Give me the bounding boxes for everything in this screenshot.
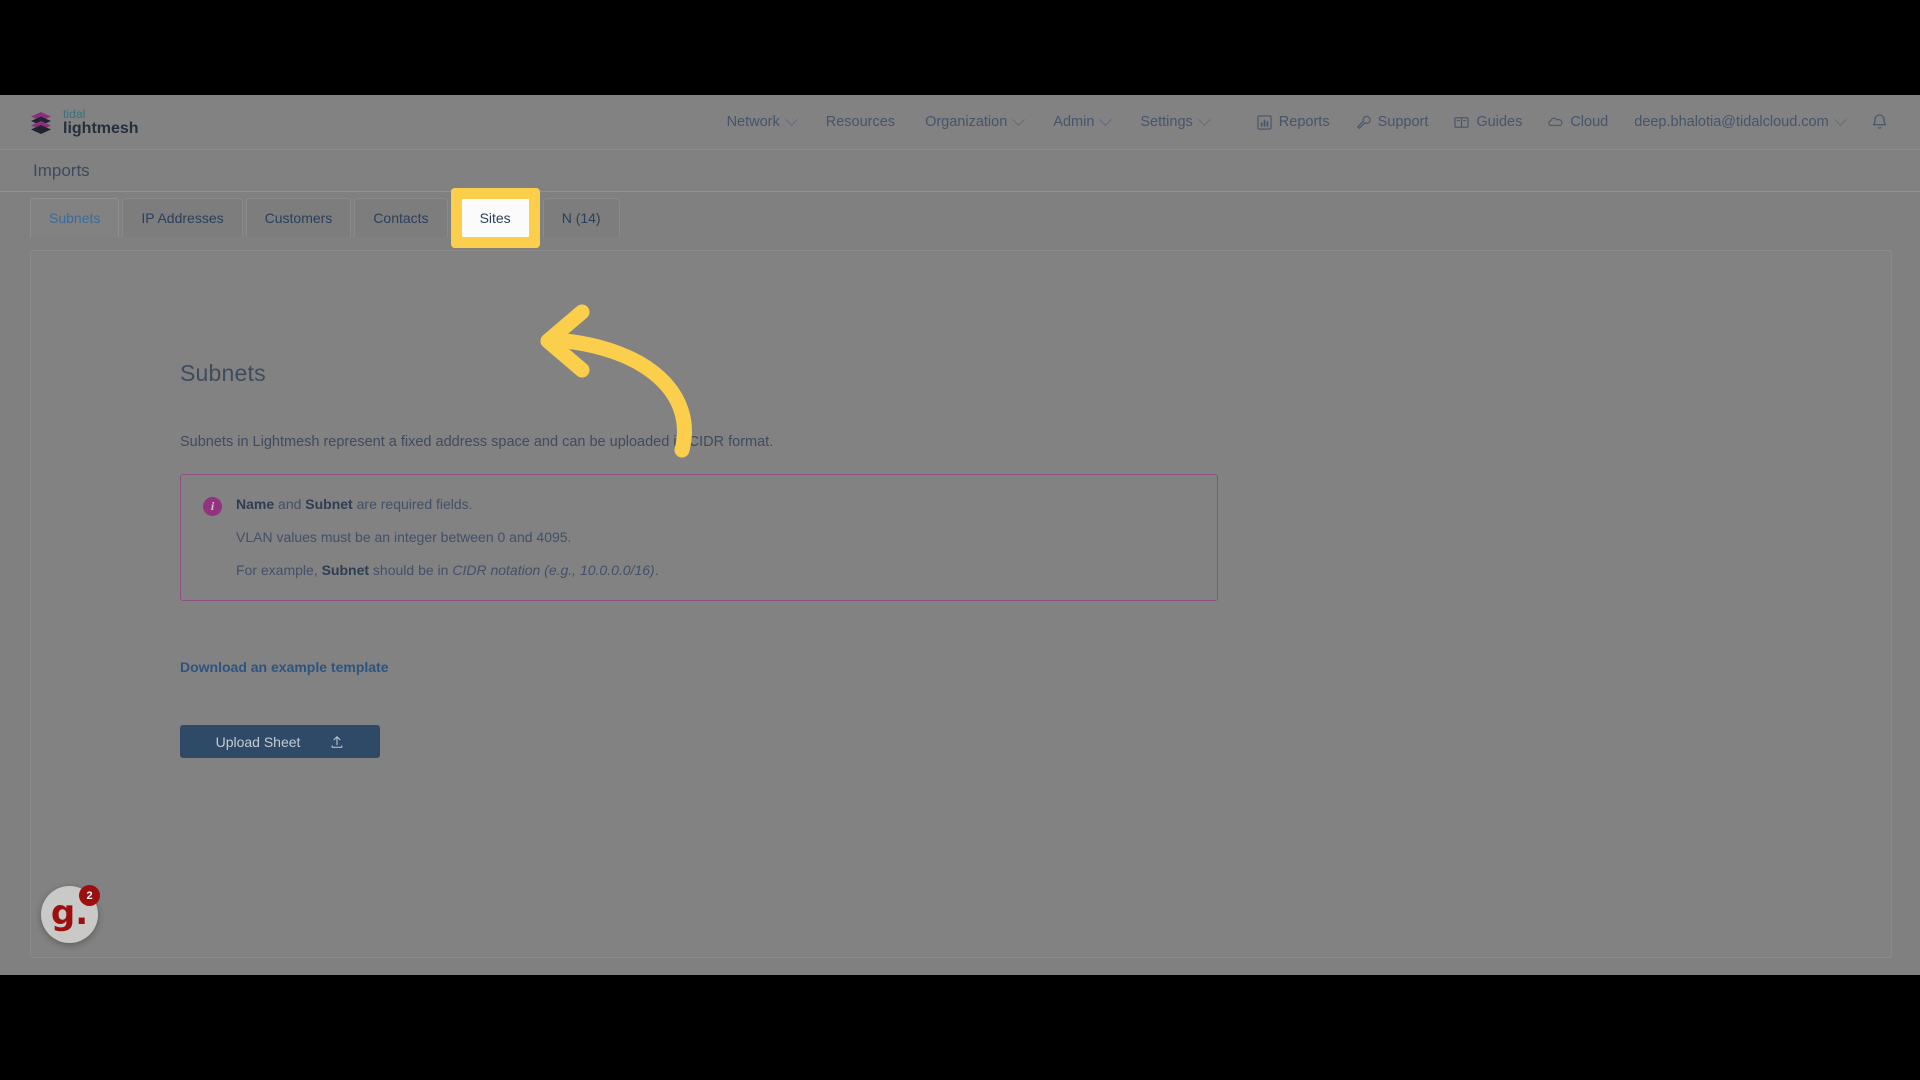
nav-item-label: Reports	[1278, 114, 1330, 130]
panel-description: Subnets in Lightmesh represent a fixed a…	[180, 434, 774, 450]
nav-item-label: Network	[726, 114, 780, 130]
secondary-nav-group: Reports Support Guides Cloud deep.bhalot…	[1257, 112, 1888, 132]
nav-item-admin[interactable]: Admin	[1053, 112, 1113, 130]
info-callout-lines: Name and Subnet are required fields. VLA…	[236, 494, 659, 578]
info-circle-icon: i	[203, 497, 222, 516]
nav-item-guides[interactable]: Guides	[1454, 114, 1522, 130]
info-line: For example, Subnet should be in CIDR no…	[236, 562, 659, 578]
subnets-import-panel: Subnets Subnets in Lightmesh represent a…	[180, 360, 1240, 758]
notifications-button[interactable]	[1871, 113, 1888, 132]
brand-logo[interactable]: tidal lightmesh	[28, 108, 139, 137]
upload-sheet-label: Upload Sheet	[215, 733, 301, 750]
nav-item-label: Guides	[1476, 114, 1523, 130]
info-line: Name and Subnet are required fields.	[236, 496, 473, 512]
tab-obscured[interactable]: N (14)	[542, 198, 620, 237]
nav-item-resources[interactable]: Resources	[826, 114, 895, 130]
info-callout: i Name and Subnet are required fields. V…	[180, 474, 1218, 601]
nav-item-settings[interactable]: Settings	[1140, 112, 1211, 130]
tab-sites[interactable]: Sites	[461, 199, 529, 237]
tab-subnets[interactable]: Subnets	[30, 198, 120, 237]
bell-icon	[1872, 113, 1886, 129]
nav-item-user-account[interactable]: deep.bhalotia@tidalcloud.com	[1634, 112, 1847, 130]
bar-chart-icon	[1257, 114, 1272, 130]
nav-item-label: Resources	[825, 114, 896, 130]
cloud-icon	[1548, 117, 1563, 126]
tab-label: Sites	[479, 210, 511, 226]
page-header-bar: Imports	[0, 150, 1920, 192]
chevron-down-icon	[1197, 112, 1211, 126]
info-line: VLAN values must be an integer between 0…	[236, 529, 572, 545]
upload-sheet-button[interactable]: Upload Sheet	[180, 725, 380, 758]
top-navigation-bar: tidal lightmesh Network Resources Organi…	[0, 95, 1920, 150]
tab-label: Customers	[264, 210, 333, 226]
chevron-down-icon	[1099, 112, 1113, 126]
stacked-layers-icon	[31, 112, 51, 134]
nav-item-organization[interactable]: Organization	[925, 112, 1026, 130]
tab-label: IP Addresses	[141, 210, 224, 226]
primary-nav-group: Network Resources Organization Admin Set…	[726, 112, 1211, 130]
nav-item-cloud[interactable]: Cloud	[1548, 114, 1608, 130]
upload-icon	[332, 735, 343, 748]
chevron-down-icon	[1833, 112, 1847, 126]
tab-contacts[interactable]: Contacts	[354, 198, 448, 237]
book-icon	[1454, 116, 1469, 128]
tab-customers[interactable]: Customers	[245, 198, 352, 237]
download-example-template-link[interactable]: Download an example template	[180, 659, 389, 675]
nav-item-label: Support	[1377, 114, 1429, 130]
chevron-down-icon	[1012, 112, 1026, 126]
user-email-label: deep.bhalotia@tidalcloud.com	[1634, 114, 1829, 130]
chat-unread-badge: 2	[79, 885, 100, 906]
tab-label: Contacts	[373, 210, 429, 226]
page-title: Imports	[33, 160, 90, 180]
brand-name-top: tidal	[63, 106, 86, 121]
nav-item-label: Settings	[1140, 114, 1193, 130]
nav-item-support[interactable]: Support	[1356, 114, 1429, 130]
chevron-down-icon	[784, 112, 798, 126]
tab-label: N (14)	[561, 210, 601, 226]
nav-item-network[interactable]: Network	[726, 112, 798, 130]
tab-label: Subnets	[49, 210, 101, 226]
support-chat-widget[interactable]: g. 2	[41, 885, 100, 943]
import-tabs: Subnets IP Addresses Customers Contacts …	[30, 192, 623, 237]
nav-item-label: Admin	[1053, 114, 1095, 130]
nav-item-reports[interactable]: Reports	[1257, 114, 1330, 130]
wrench-icon	[1356, 115, 1371, 129]
nav-item-label: Organization	[925, 114, 1008, 130]
tab-ip-addresses[interactable]: IP Addresses	[122, 198, 243, 237]
panel-title: Subnets	[180, 360, 266, 386]
app-viewport: tidal lightmesh Network Resources Organi…	[0, 95, 1920, 975]
brand-name-bottom: lightmesh	[63, 119, 139, 137]
nav-item-label: Cloud	[1570, 114, 1609, 130]
